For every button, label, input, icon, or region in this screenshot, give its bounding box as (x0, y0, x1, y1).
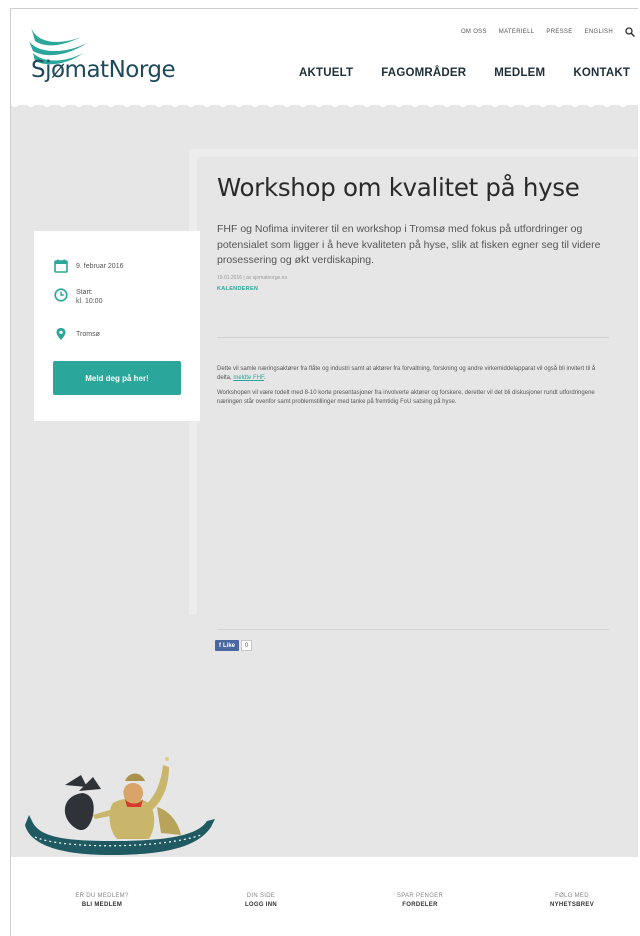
location-pin-icon (56, 328, 66, 340)
article-lead: FHF og Nofima inviterer til en workshop … (217, 223, 601, 266)
clock-icon (54, 288, 68, 302)
site-header: SjømatNorge OM OSS MATERIELL PRESSE ENGL… (11, 9, 638, 105)
article-divider (217, 337, 609, 338)
logo-text[interactable]: SjømatNorge (31, 57, 176, 83)
top-link-om-oss[interactable]: OM OSS (461, 29, 487, 35)
footer-link-label[interactable]: BLI MEDLEM (42, 902, 162, 908)
footer-logg-inn[interactable]: DIN SIDE LOGG INN (201, 893, 321, 908)
article-meta: 19.01.2016 | av sjomatnorge.no (217, 274, 288, 281)
facebook-like-label: Like (223, 642, 236, 649)
wave-divider-top (11, 101, 638, 107)
facebook-like-button[interactable]: f Like (215, 640, 240, 651)
top-link-presse[interactable]: PRESSE (546, 29, 572, 35)
fhf-link[interactable]: meldte FHF (233, 375, 264, 381)
main-nav: AKTUELT FAGOMRÅDER MEDLEM KONTAKT (299, 67, 630, 79)
nav-fagomrader[interactable]: FAGOMRÅDER (381, 67, 466, 79)
top-link-english[interactable]: ENGLISH (585, 29, 613, 35)
facebook-like-widget: f Like 0 (215, 640, 253, 651)
article-paragraph-text: Dette vil samle næringsaktører fra flåte… (217, 366, 596, 381)
article: Workshop om kvalitet på hyse FHF og Nofi… (189, 149, 638, 630)
page-frame: SjømatNorge OM OSS MATERIELL PRESSE ENGL… (10, 8, 638, 936)
event-start-label: Start: (76, 289, 93, 296)
footer-link-label[interactable]: NYHETSBREV (512, 902, 632, 908)
nav-aktuelt[interactable]: AKTUELT (299, 67, 353, 79)
article-paragraph: Dette vil samle næringsaktører fra flåte… (217, 366, 596, 381)
event-start-time: kl. 10:00 (76, 298, 103, 305)
top-link-materiell[interactable]: MATERIELL (499, 29, 535, 35)
article-bottom-divider (217, 629, 609, 630)
event-location-row: Tromsø (54, 327, 100, 341)
site-footer: ER DU MEDLEM? BLI MEDLEM DIN SIDE LOGG I… (11, 857, 638, 936)
footer-caption: FØLG MED (555, 893, 589, 899)
footer-caption: ER DU MEDLEM? (75, 893, 129, 899)
article-category-link[interactable]: KALENDEREN (217, 286, 617, 292)
top-links: OM OSS MATERIELL PRESSE ENGLISH (461, 27, 635, 37)
footer-bli-medlem[interactable]: ER DU MEDLEM? BLI MEDLEM (42, 893, 162, 908)
nav-kontakt[interactable]: KONTAKT (573, 67, 630, 79)
event-location: Tromsø (76, 331, 100, 338)
wave-divider-bottom (11, 857, 638, 863)
article-body: Dette vil samle næringsaktører fra flåte… (217, 365, 609, 413)
facebook-like-count: 0 (241, 640, 253, 651)
footer-link-label[interactable]: FORDELER (360, 902, 480, 908)
article-title: Workshop om kvalitet på hyse (217, 173, 580, 202)
footer-caption: SPAR PENGER (396, 893, 444, 899)
search-icon[interactable] (625, 27, 635, 37)
event-info-card: 9. februar 2016 Start: kl. 10:00 Tromsø … (34, 231, 200, 421)
article-paragraph: Workshopen vil være todelt med 8-10 kort… (217, 390, 595, 405)
footer-fordeler[interactable]: SPAR PENGER FORDELER (360, 893, 480, 908)
signup-button[interactable]: Meld deg på her! (53, 361, 181, 395)
footer-caption: DIN SIDE (246, 893, 276, 899)
article-header: Workshop om kvalitet på hyse FHF og Nofi… (217, 173, 617, 292)
footer-link-label[interactable]: LOGG INN (201, 902, 321, 908)
footer-nyhetsbrev[interactable]: FØLG MED NYHETSBREV (512, 893, 632, 908)
facebook-icon: f (219, 642, 221, 649)
event-date-row: 9. februar 2016 (54, 259, 123, 273)
nav-medlem[interactable]: MEDLEM (494, 67, 545, 79)
calendar-icon (54, 259, 68, 273)
event-date: 9. februar 2016 (76, 263, 124, 270)
event-time-row: Start: kl. 10:00 (54, 288, 102, 306)
event-time: Start: kl. 10:00 (76, 288, 102, 306)
